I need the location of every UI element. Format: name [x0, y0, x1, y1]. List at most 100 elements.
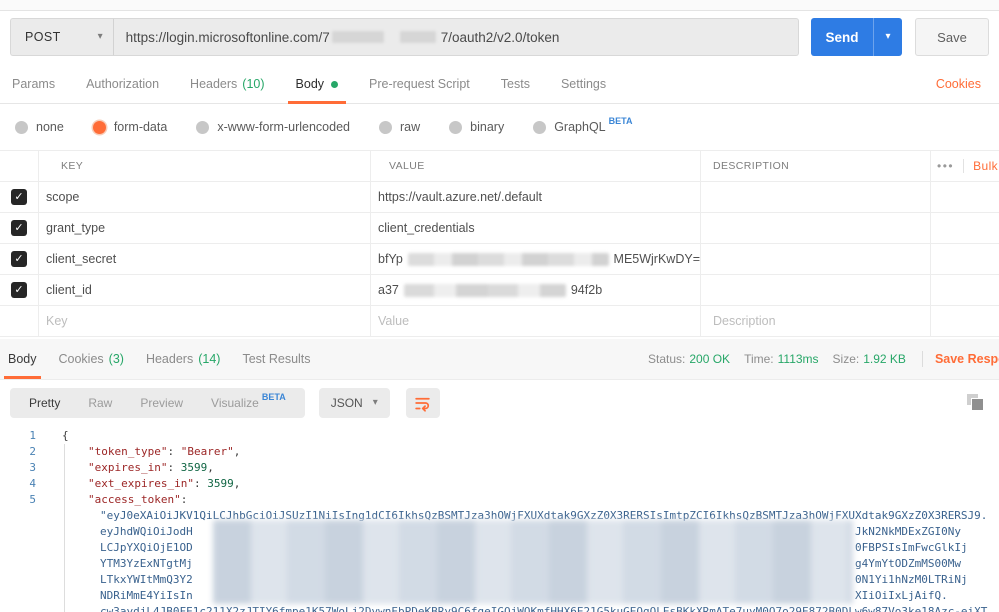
method-select[interactable]: POST ▾ [10, 18, 113, 56]
view-switcher: Pretty Raw Preview Visualize BETA [10, 388, 305, 418]
chevron-down-icon: ▾ [885, 31, 891, 42]
request-bar: POST ▾ https://login.microsoftonline.com… [0, 11, 999, 65]
key-cell[interactable]: scope [38, 182, 370, 212]
mode-binary[interactable]: binary [449, 120, 504, 134]
send-options-toggle[interactable]: ▾ [873, 18, 902, 56]
redaction-blur [213, 520, 853, 604]
bulk-edit-link[interactable]: Bulk Edit [973, 159, 999, 173]
size-label: Size: [832, 352, 860, 366]
value-cell[interactable]: https://vault.azure.net/.default [370, 182, 700, 212]
table-header-actions: ••• Bulk Edit [930, 151, 999, 181]
beta-badge: BETA [608, 116, 633, 126]
size-value: 1.92 KB [863, 352, 906, 366]
code-line: "token_type": "Bearer", [88, 445, 241, 458]
tab-pre-request-script[interactable]: Pre-request Script [367, 65, 472, 103]
copy-icon[interactable] [967, 394, 985, 412]
radio-icon [449, 120, 463, 134]
checkbox-cell [0, 306, 38, 336]
postman-window: POST ▾ https://login.microsoftonline.com… [0, 0, 999, 612]
tab-tests[interactable]: Tests [499, 65, 532, 103]
method-label: POST [25, 30, 61, 44]
response-viewer-bar: Pretty Raw Preview Visualize BETA JSON ▾ [0, 380, 999, 426]
checkbox-checked-icon[interactable]: ✓ [11, 220, 27, 236]
request-tabs: Params Authorization Headers (10) Body Pr… [0, 65, 999, 104]
response-tab-body[interactable]: Body [4, 339, 40, 379]
send-button[interactable]: Send ▾ [811, 18, 902, 56]
view-visualize[interactable]: Visualize BETA [197, 388, 300, 418]
key-cell-placeholder[interactable]: Key [38, 306, 370, 336]
value-cell[interactable]: bfYp ME5WjrKwDY= [370, 244, 700, 274]
url-suffix: 7/oauth2/v2.0/token [440, 29, 560, 45]
tab-body[interactable]: Body [287, 65, 346, 104]
value-cell[interactable]: client_credentials [370, 213, 700, 243]
response-tabs-bar: Body Cookies (3) Headers (14) Test Results… [0, 339, 999, 380]
table-row: ✓ grant_type client_credentials [0, 213, 999, 244]
value-cell[interactable]: a37 94f2b [370, 275, 700, 305]
description-cell[interactable] [700, 213, 930, 243]
divider [921, 351, 923, 367]
line-number: 5 [29, 493, 36, 506]
url-input[interactable]: https://login.microsoftonline.com/7 7/oau… [112, 18, 799, 56]
mode-x-www-form-urlencoded[interactable]: x-www-form-urlencoded [196, 120, 350, 134]
table-row: ✓ scope https://vault.azure.net/.default [0, 182, 999, 213]
tab-params[interactable]: Params [10, 65, 57, 103]
key-cell[interactable]: grant_type [38, 213, 370, 243]
mode-form-data[interactable]: form-data [92, 120, 167, 134]
line-number: 2 [29, 445, 36, 458]
description-cell[interactable] [700, 244, 930, 274]
chevron-down-icon: ▾ [372, 397, 378, 408]
row-actions [930, 213, 999, 243]
cookies-link[interactable]: Cookies [936, 77, 985, 91]
radio-icon [15, 120, 28, 134]
mode-raw[interactable]: raw [379, 120, 420, 134]
body-modified-dot [331, 80, 339, 88]
headers-count-badge: (10) [242, 77, 265, 91]
checkbox-checked-icon[interactable]: ✓ [11, 251, 27, 267]
send-label: Send [825, 29, 859, 45]
view-raw[interactable]: Raw [74, 388, 126, 418]
save-response-button[interactable]: Save Response [935, 352, 999, 366]
key-cell[interactable]: client_id [38, 275, 370, 305]
response-tab-headers[interactable]: Headers (14) [146, 339, 220, 379]
format-label: JSON [330, 396, 363, 410]
tab-settings[interactable]: Settings [559, 65, 608, 103]
top-strip [0, 0, 999, 11]
code-line: "ext_expires_in": 3599, [88, 477, 241, 490]
more-options-icon[interactable]: ••• [937, 159, 954, 173]
format-select[interactable]: JSON ▾ [318, 388, 390, 418]
redacted-value-segment [403, 283, 566, 297]
view-preview[interactable]: Preview [126, 388, 197, 418]
checkbox-checked-icon[interactable]: ✓ [11, 189, 27, 205]
radio-selected-icon [92, 120, 106, 134]
chevron-down-icon: ▾ [97, 31, 103, 42]
value-cell-placeholder[interactable]: Value [370, 306, 700, 336]
table-placeholder-row: Key Value Description [0, 306, 999, 337]
url-prefix: https://login.microsoftonline.com/7 [125, 29, 330, 45]
beta-badge: BETA [261, 392, 286, 402]
tab-headers[interactable]: Headers (10) [188, 65, 266, 103]
value-column-header: VALUE [370, 151, 700, 181]
checkbox-checked-icon[interactable]: ✓ [11, 282, 27, 298]
description-cell-placeholder[interactable]: Description [700, 306, 930, 336]
line-number: 4 [29, 477, 36, 490]
view-pretty[interactable]: Pretty [15, 388, 74, 418]
description-cell[interactable] [700, 275, 930, 305]
mode-none[interactable]: none [15, 120, 64, 134]
table-row: ✓ client_secret bfYp ME5WjrKwDY= [0, 244, 999, 275]
mode-graphql[interactable]: GraphQL BETA [533, 116, 632, 134]
body-mode-selector: none form-data x-www-form-urlencoded raw… [0, 104, 999, 150]
description-cell[interactable] [700, 182, 930, 212]
wrap-text-button[interactable] [405, 388, 440, 418]
description-column-header: DESCRIPTION [700, 151, 930, 181]
status-label: Status: [648, 352, 686, 366]
line-number: 3 [29, 461, 36, 474]
form-data-table: KEY VALUE DESCRIPTION ••• Bulk Edit ✓ sc… [0, 150, 999, 337]
response-body-editor[interactable]: 1 { 2 "token_type": "Bearer", 3 "expires_in… [0, 426, 999, 612]
response-tab-test-results[interactable]: Test Results [242, 339, 310, 379]
response-tab-cookies[interactable]: Cookies (3) [59, 339, 124, 379]
key-cell[interactable]: client_secret [38, 244, 370, 274]
tab-authorization[interactable]: Authorization [84, 65, 161, 103]
save-button[interactable]: Save [915, 18, 989, 56]
radio-icon [533, 120, 547, 134]
row-actions [930, 306, 999, 336]
